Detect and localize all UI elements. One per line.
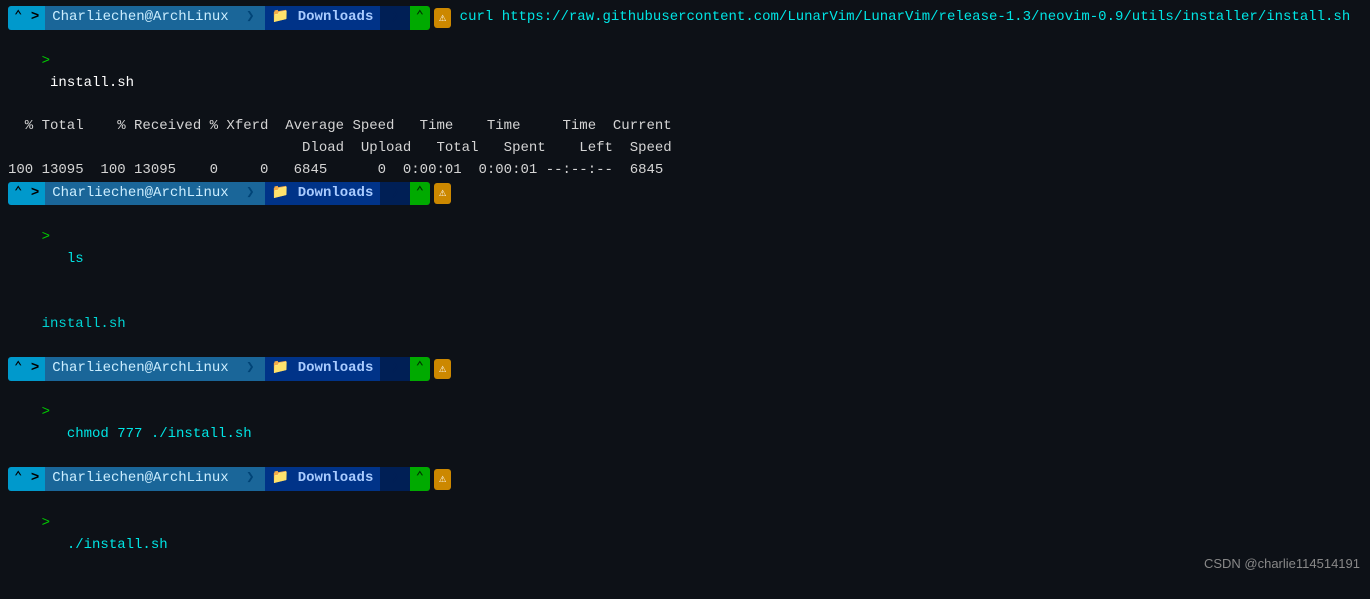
ls-command-line: ⌃ > Charliechen@ArchLinux ❯ 📁 Downloads … — [8, 182, 1362, 206]
terminal: ⌃ > Charliechen@ArchLinux ❯ 📁 Downloads … — [0, 0, 1370, 599]
prompt-arrow-icon3: ⌃ > — [8, 357, 45, 381]
prompt-sep1-4: ❯ — [236, 467, 265, 491]
prompt-warn-icon4: ⚠ — [434, 469, 451, 490]
prompt-user3: Charliechen@ArchLinux — [45, 357, 235, 381]
curl-header2: Dload Upload Total Spent Left Speed — [8, 138, 1362, 160]
chmod-command: > chmod 777 ./install.sh — [8, 381, 1362, 468]
prompt-warn-icon3: ⚠ — [434, 359, 451, 380]
redirect-arrow: > — [42, 53, 50, 69]
prompt-git-icon2: ⌃ — [410, 182, 430, 206]
prompt-arrow-icon: ⌃ > — [8, 6, 45, 30]
prompt-folder: 📁 Downloads — [265, 6, 380, 30]
prompt-user2: Charliechen@ArchLinux — [45, 182, 235, 206]
ls-command: > ls — [8, 205, 1362, 292]
curl-command-line: ⌃ > Charliechen@ArchLinux ❯ 📁 Downloads … — [8, 6, 1362, 30]
prompt-git-icon4: ⌃ — [410, 467, 430, 491]
ls-output: install.sh — [8, 292, 1362, 357]
curl-data: 100 13095 100 13095 0 0 6845 0 0:00:01 0… — [8, 160, 1362, 182]
prompt-sep1-3: ❯ — [236, 357, 265, 381]
prompt-sep2-4: ❯ — [380, 467, 409, 491]
prompt-folder2: 📁 Downloads — [265, 182, 380, 206]
chmod-prompt-line: ⌃ > Charliechen@ArchLinux ❯ 📁 Downloads … — [8, 357, 1362, 381]
install-redirect-line: > install.sh — [8, 30, 1362, 117]
prompt-sep2: ❯ — [380, 6, 409, 30]
prompt-user: Charliechen@ArchLinux — [45, 6, 235, 30]
curl-command: curl https://raw.githubusercontent.com/L… — [451, 7, 1350, 29]
prompt-warn-icon2: ⚠ — [434, 183, 451, 204]
prompt-sep2-3: ❯ — [380, 357, 409, 381]
prompt-arrow-icon4: ⌃ > — [8, 467, 45, 491]
prompt-folder4: 📁 Downloads — [265, 467, 380, 491]
prompt-warn-icon: ⚠ — [434, 8, 451, 29]
prompt-sep2-2: ❯ — [380, 182, 409, 206]
prompt-arrow-icon2: ⌃ > — [8, 182, 45, 206]
prompt-git-icon3: ⌃ — [410, 357, 430, 381]
run-command: > ./install.sh — [8, 491, 1362, 578]
ascii-art-block: 88\ 88\ 88 | \__| 88 |88\ 88\ 888888$\ 8… — [8, 578, 1362, 599]
prompt-sep1: ❯ — [236, 6, 265, 30]
prompt-user4: Charliechen@ArchLinux — [45, 467, 235, 491]
prompt-sep1-2: ❯ — [236, 182, 265, 206]
redirect-text: install.sh — [42, 75, 134, 91]
curl-header1: % Total % Received % Xferd Average Speed… — [8, 116, 1362, 138]
prompt-git-icon: ⌃ — [410, 6, 430, 30]
run-prompt-line: ⌃ > Charliechen@ArchLinux ❯ 📁 Downloads … — [8, 467, 1362, 491]
watermark: CSDN @charlie114514191 — [1204, 556, 1360, 571]
prompt-folder3: 📁 Downloads — [265, 357, 380, 381]
